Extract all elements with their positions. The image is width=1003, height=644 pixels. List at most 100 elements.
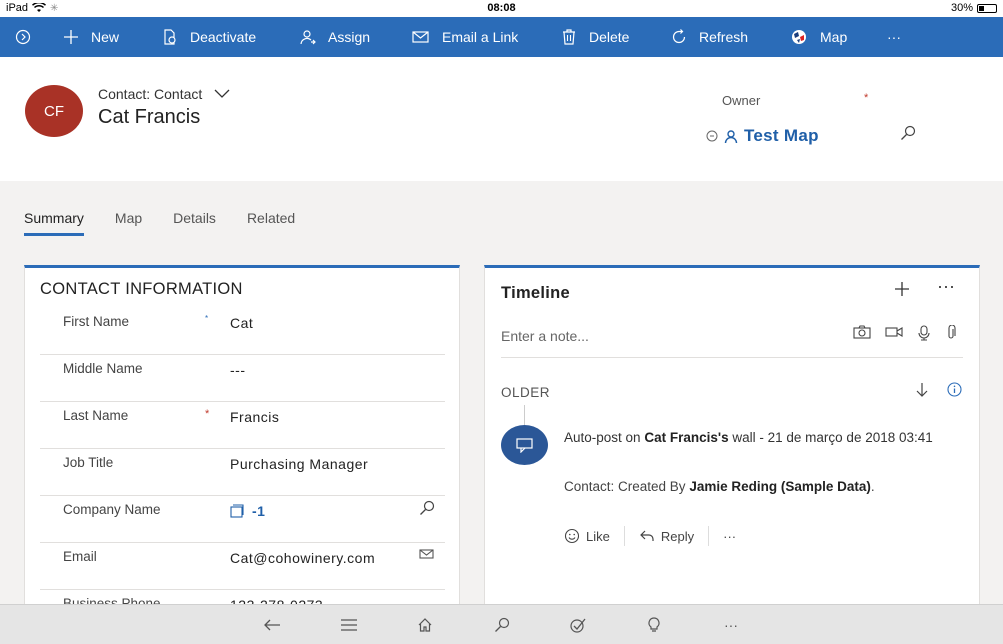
reply-button[interactable]: Reply <box>625 529 708 544</box>
tab-summary[interactable]: Summary <box>24 210 84 236</box>
back-button[interactable] <box>262 615 282 635</box>
search-button[interactable] <box>492 615 512 635</box>
field-value[interactable]: Purchasing Manager <box>230 456 368 472</box>
entity-type-label: Contact: Contact <box>98 86 203 102</box>
plus-icon <box>64 30 78 44</box>
post-prefix: Auto-post on <box>564 430 641 445</box>
timeline-add-button[interactable] <box>893 280 911 303</box>
deactivate-button[interactable]: Deactivate <box>162 17 256 57</box>
new-label: New <box>91 29 120 45</box>
email-link-icon <box>412 31 429 43</box>
avatar: CF <box>25 85 83 137</box>
delete-button[interactable]: Delete <box>561 17 629 57</box>
note-attachment-tools <box>853 325 957 341</box>
bottom-navigation: ··· <box>0 604 1003 644</box>
field-business-phone[interactable]: Business Phone 123-278-0273 <box>40 590 445 605</box>
field-job-title[interactable]: Job Title Purchasing Manager <box>40 449 445 496</box>
owner-search-button[interactable] <box>900 125 916 146</box>
owner-name-link[interactable]: Test Map <box>744 126 819 146</box>
status-time: 08:08 <box>487 2 516 14</box>
more-commands-button[interactable]: ··· <box>887 17 901 57</box>
timeline-connector <box>524 405 525 425</box>
post-author-link[interactable]: Jamie Reding (Sample Data) <box>689 479 871 494</box>
owner-lookup[interactable]: Test Map <box>706 126 819 146</box>
reply-label: Reply <box>660 528 695 544</box>
note-divider <box>501 357 963 358</box>
info-button[interactable] <box>947 382 962 402</box>
field-value[interactable]: Cat <box>230 315 253 331</box>
owner-required-marker: * <box>864 92 869 104</box>
email-icon <box>419 549 434 559</box>
email-link-button[interactable]: Email a Link <box>412 17 518 57</box>
command-bar: New Deactivate Assign Email a Link Delet… <box>0 17 1003 57</box>
insights-button[interactable] <box>644 615 664 635</box>
more-icon: ··· <box>937 276 955 296</box>
tasks-icon <box>570 618 586 633</box>
assign-label: Assign <box>328 29 371 45</box>
nav-toggle-button[interactable] <box>15 17 31 57</box>
search-icon <box>901 125 916 140</box>
field-email[interactable]: Email Cat@cohowinery.com <box>40 543 445 590</box>
more-button[interactable]: ··· <box>721 615 741 635</box>
post-subject-link[interactable]: Cat Francis's <box>644 430 728 445</box>
company-name-link[interactable]: -1 <box>252 503 265 519</box>
tab-related[interactable]: Related <box>247 210 295 236</box>
status-right: 30% <box>951 2 997 14</box>
refresh-button[interactable]: Refresh <box>671 17 748 57</box>
home-button[interactable] <box>415 615 435 635</box>
like-button[interactable]: Like <box>564 528 624 544</box>
map-globe-icon <box>792 30 806 44</box>
search-icon <box>420 500 435 515</box>
older-group-label: OLDER <box>501 385 551 400</box>
field-company-name[interactable]: Company Name -1 <box>40 496 445 543</box>
timeline-more-button[interactable]: ··· <box>937 276 955 297</box>
search-icon <box>495 617 510 632</box>
field-first-name[interactable]: First Name * Cat <box>40 308 445 355</box>
sort-button[interactable] <box>915 382 929 403</box>
tab-details[interactable]: Details <box>173 210 216 236</box>
field-middle-name[interactable]: Middle Name --- <box>40 355 445 402</box>
menu-button[interactable] <box>339 615 359 635</box>
record-title: Cat Francis <box>98 106 201 128</box>
recommended-marker: * <box>205 314 209 323</box>
field-value[interactable]: Cat@cohowinery.com <box>230 550 375 566</box>
status-bar: iPad ✳ 08:08 30% <box>0 0 1003 17</box>
camera-icon[interactable] <box>853 325 871 339</box>
note-input[interactable]: Enter a note... <box>501 328 589 344</box>
form-selector[interactable]: Contact: Contact <box>98 86 230 102</box>
timeline-section: Timeline ··· Enter a note... OLDER Auto-… <box>484 265 980 605</box>
field-value[interactable]: Francis <box>230 409 279 425</box>
company-lookup-value[interactable]: -1 <box>230 503 265 519</box>
field-value[interactable]: --- <box>230 362 246 378</box>
tab-map[interactable]: Map <box>115 210 142 236</box>
contact-information-section: CONTACT INFORMATION First Name * Cat Mid… <box>24 265 460 605</box>
post-body-suffix: . <box>870 479 875 494</box>
field-last-name[interactable]: Last Name * Francis <box>40 402 445 449</box>
post-separator: - <box>759 430 764 445</box>
microphone-icon[interactable] <box>917 325 931 341</box>
post-wall: wall <box>732 430 756 445</box>
required-marker: * <box>205 408 210 420</box>
post-more-button[interactable]: ··· <box>709 529 750 544</box>
tasks-button[interactable] <box>568 615 588 635</box>
smiley-icon <box>564 528 580 544</box>
delete-label: Delete <box>589 29 630 45</box>
post-time: 03:41 <box>899 430 933 445</box>
owner-label: Owner <box>722 93 761 108</box>
plus-icon <box>895 282 909 296</box>
send-email-button[interactable] <box>419 547 435 566</box>
refresh-icon <box>672 29 686 44</box>
battery-percent: 30% <box>950 2 973 14</box>
company-search-button[interactable] <box>419 500 435 521</box>
map-button[interactable]: Map <box>790 17 847 57</box>
new-button[interactable]: New <box>63 17 119 57</box>
video-icon[interactable] <box>885 325 903 339</box>
field-label: Middle Name <box>63 361 143 376</box>
assign-button[interactable]: Assign <box>300 17 370 57</box>
battery-icon <box>977 3 997 13</box>
email-link-label: Email a Link <box>442 29 519 45</box>
deactivate-label: Deactivate <box>190 29 257 45</box>
refresh-label: Refresh <box>699 29 749 45</box>
attachment-icon[interactable] <box>945 325 957 341</box>
like-label: Like <box>586 528 610 544</box>
